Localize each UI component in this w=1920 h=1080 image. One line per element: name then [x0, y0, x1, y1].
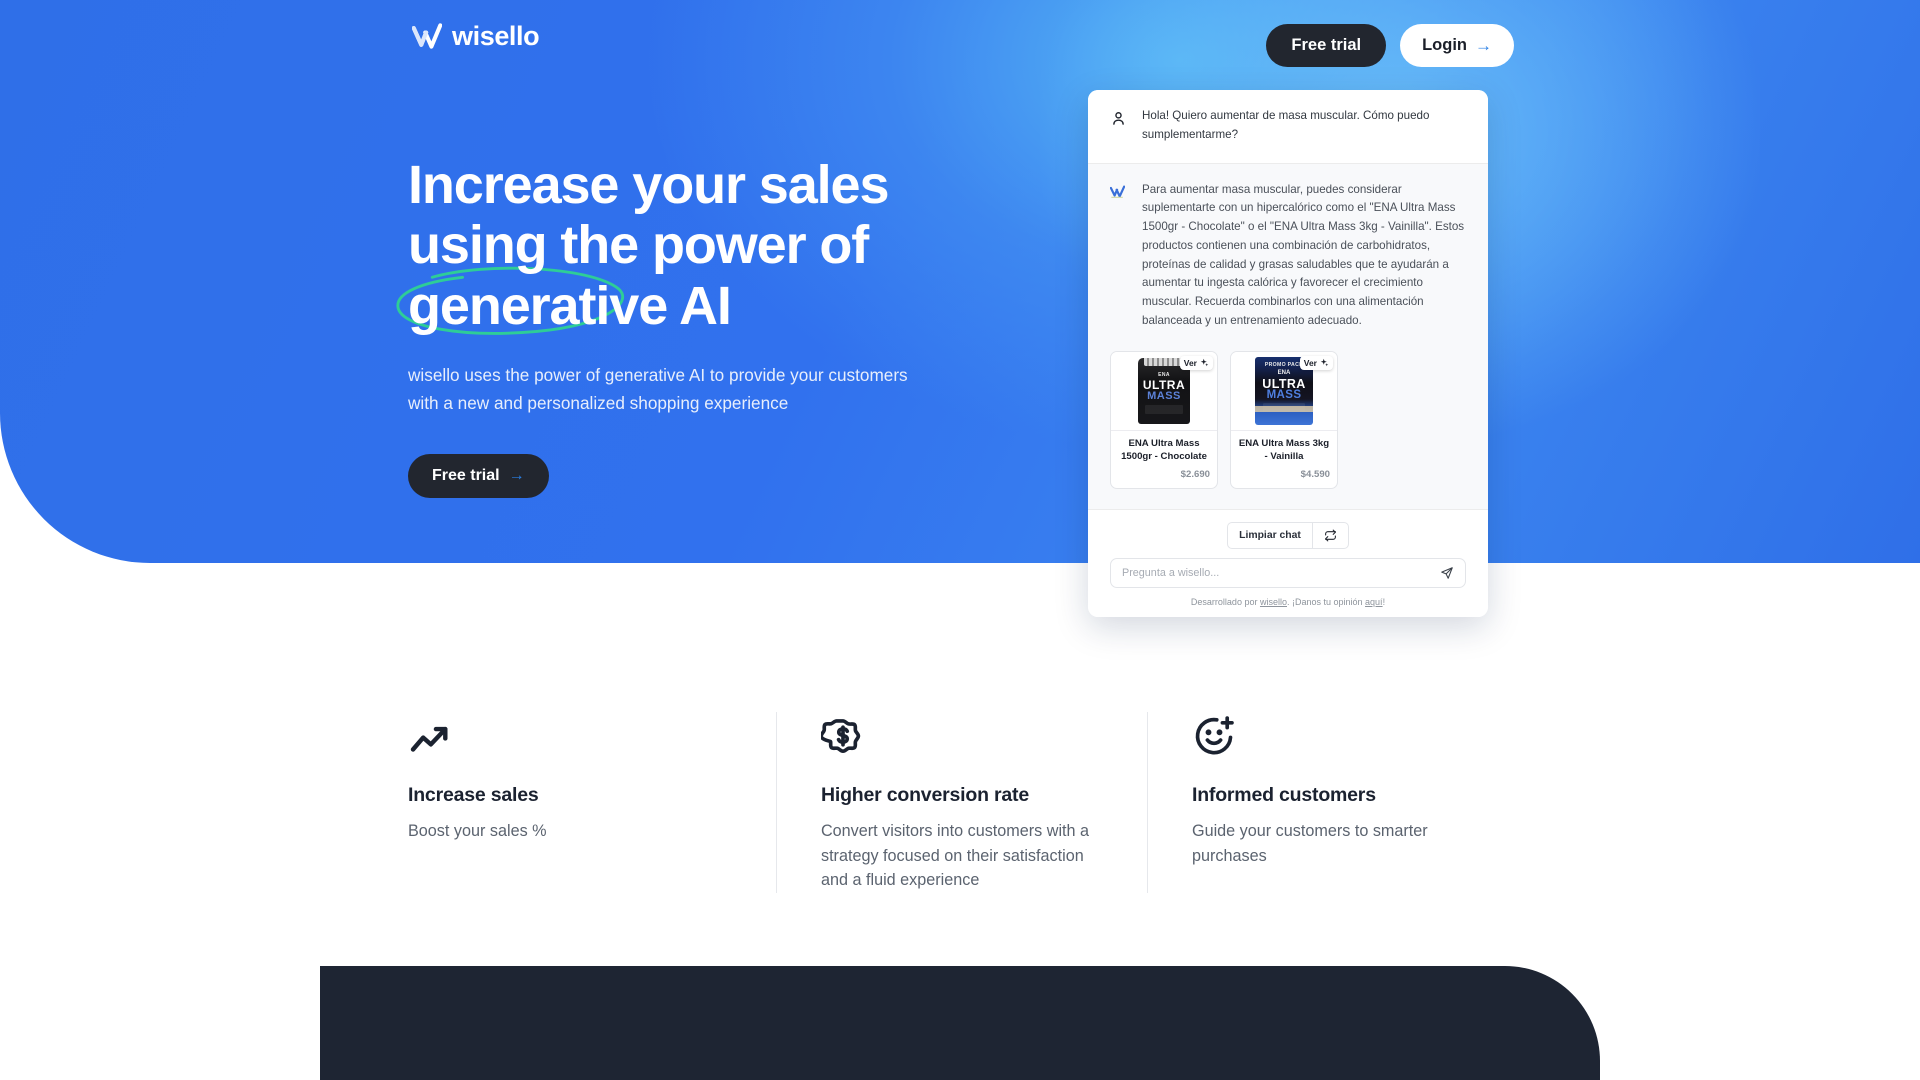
- free-trial-label: Free trial: [1291, 36, 1362, 54]
- powered-suffix: !: [1382, 596, 1386, 607]
- hero-subtitle: wisello uses the power of generative AI …: [408, 365, 908, 414]
- powered-brand-link[interactable]: wisello: [1260, 597, 1287, 607]
- feature-description: Convert visitors into customers with a s…: [820, 822, 1090, 890]
- product-card[interactable]: PROMO PACK ENA ULTRA MASS Ver ENA Ultra …: [1230, 350, 1338, 489]
- brand-logo[interactable]: wisello: [412, 20, 540, 52]
- chat-footer: Limpiar chat Desarrollado por wisell: [1088, 508, 1488, 617]
- sparkle-icon: [1200, 359, 1209, 367]
- product-card[interactable]: ENA ULTRA MASS Ver ENA Ultra Mass 1500gr…: [1110, 350, 1218, 489]
- product-image-nutrition-strip: [1145, 404, 1183, 414]
- chat-input-row[interactable]: [1110, 557, 1466, 588]
- user-icon: [1110, 107, 1128, 145]
- feature-card: Higher conversion rate Convert visitors …: [775, 712, 1147, 893]
- free-trial-button-hero[interactable]: Free trial →: [408, 454, 549, 499]
- features-section: Increase sales Boost your sales % Higher…: [408, 712, 1518, 893]
- brand-name: wisello: [452, 20, 540, 51]
- feature-card: Increase sales Boost your sales %: [408, 712, 776, 893]
- wisello-logo-icon: [1109, 181, 1128, 331]
- smiley-plus-icon: [1192, 712, 1480, 758]
- product-name: ENA Ultra Mass 3kg - Vainilla: [1238, 437, 1330, 462]
- feature-title: Increase sales: [408, 784, 539, 806]
- hero-cta-label: Free trial: [432, 467, 500, 485]
- bot-message-text: Para aumentar masa muscular, puedes cons…: [1142, 182, 1465, 328]
- chat-actions: Limpiar chat: [1110, 521, 1466, 549]
- chat-widget: Hola! Quiero aumentar de masa muscular. …: [1088, 90, 1488, 617]
- feature-description: Boost your sales %: [408, 822, 547, 840]
- feature-card: Informed customers Guide your customers …: [1146, 712, 1518, 893]
- product-image-brand: ENA: [1277, 369, 1291, 376]
- product-card-list: ENA ULTRA MASS Ver ENA Ultra Mass 1500gr…: [1088, 348, 1488, 509]
- product-price: $2.690: [1180, 468, 1210, 480]
- free-trial-button-header[interactable]: Free trial: [1266, 24, 1387, 67]
- trending-up-icon: [408, 712, 738, 758]
- arrow-right-icon: →: [508, 467, 525, 485]
- headline-line-2: using the power of: [408, 215, 869, 276]
- product-image: PROMO PACK ENA ULTRA MASS Ver: [1231, 351, 1337, 430]
- headline-line-1: Increase your sales: [408, 155, 890, 215]
- send-plane-icon: [1441, 566, 1453, 579]
- dollar-badge-icon: [820, 712, 1109, 758]
- send-message-button[interactable]: [1440, 566, 1454, 580]
- hero-copy: Increase your sales using the power of g…: [396, 155, 1108, 499]
- headline-circled-word-wrap: generative: [396, 266, 668, 336]
- dark-showcase-section: [320, 966, 1600, 1080]
- view-label: Ver: [1303, 357, 1317, 368]
- feedback-link[interactable]: aquí: [1365, 597, 1383, 607]
- headline-line-3-post: AI: [667, 275, 732, 336]
- chat-input[interactable]: [1122, 566, 1432, 579]
- top-navigation: Free trial Login →: [1266, 24, 1514, 67]
- user-message-text: Hola! Quiero aumentar de masa muscular. …: [1142, 109, 1430, 141]
- refresh-chat-button[interactable]: [1311, 521, 1349, 549]
- product-info: ENA Ultra Mass 1500gr - Chocolate $2.690: [1111, 429, 1217, 488]
- landing-page: wisello Free trial Login → Increase your…: [0, 0, 1920, 1080]
- product-price: $4.590: [1300, 468, 1330, 480]
- product-image-title: ULTRA: [1142, 377, 1186, 392]
- powered-middle: . ¡Danos tu opinión: [1286, 596, 1366, 607]
- product-image-brand: ENA: [1158, 371, 1170, 378]
- view-product-badge[interactable]: Ver: [1179, 355, 1213, 370]
- powered-by-text: Desarrollado por wisello. ¡Danos tu opin…: [1110, 597, 1466, 607]
- product-image-band: [1255, 405, 1313, 412]
- product-image-subtitle: MASS: [1266, 388, 1302, 401]
- product-image: ENA ULTRA MASS Ver: [1111, 351, 1217, 430]
- headline-circled-word: generative: [408, 275, 668, 336]
- feature-title: Informed customers: [1191, 784, 1376, 806]
- login-button[interactable]: Login →: [1400, 24, 1514, 67]
- product-image-subtitle: MASS: [1147, 389, 1181, 402]
- chat-message-bot: Para aumentar masa muscular, puedes cons…: [1088, 163, 1488, 349]
- chat-message-user: Hola! Quiero aumentar de masa muscular. …: [1088, 90, 1488, 164]
- powered-prefix: Desarrollado por: [1190, 596, 1260, 607]
- product-name: ENA Ultra Mass 1500gr - Chocolate: [1121, 437, 1207, 462]
- feature-description: Guide your customers to smarter purchase…: [1191, 822, 1428, 865]
- arrow-right-icon: →: [1475, 36, 1492, 55]
- page-title: Increase your sales using the power of g…: [396, 155, 1108, 336]
- view-product-badge[interactable]: Ver: [1299, 355, 1333, 370]
- product-info: ENA Ultra Mass 3kg - Vainilla $4.590: [1231, 429, 1337, 488]
- sparkle-icon: [1320, 359, 1329, 367]
- wisello-checkmark-logo-icon: [412, 23, 442, 49]
- repeat-icon: [1324, 529, 1336, 541]
- clear-chat-button[interactable]: Limpiar chat: [1227, 521, 1312, 549]
- feature-title: Higher conversion rate: [820, 784, 1029, 806]
- login-label: Login: [1422, 36, 1467, 54]
- view-label: Ver: [1183, 357, 1197, 368]
